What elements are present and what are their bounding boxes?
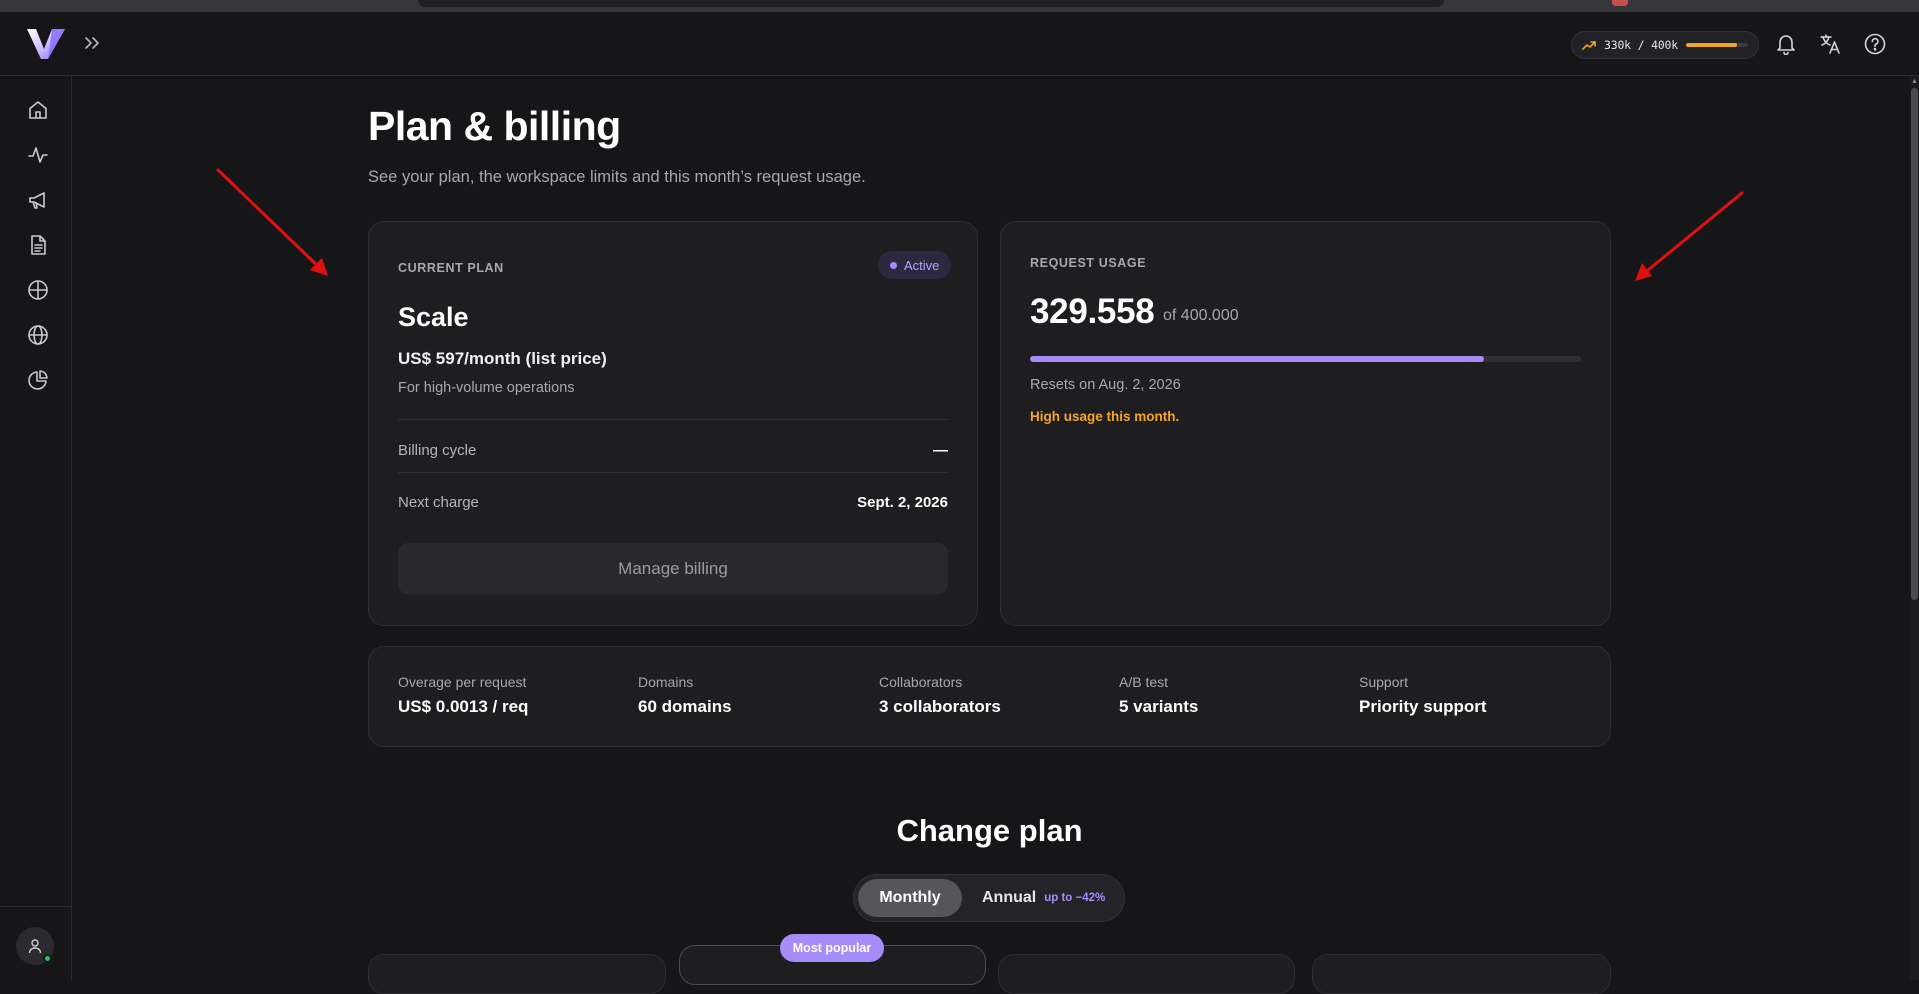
limit-label: A/B test [1119,674,1169,690]
limit-value: US$ 0.0013 / req [398,697,529,716]
usage-progress-fill [1030,356,1484,362]
limit-label: Overage per request [398,674,527,690]
sidebar-item-activity[interactable] [22,139,54,171]
plan-limits-card: Overage per request US$ 0.0013 / req Dom… [368,646,1611,747]
limit-value: 60 domains [638,697,732,716]
divider [398,419,948,420]
plan-option-card[interactable] [998,954,1295,994]
scrollbar-thumb[interactable] [1911,88,1918,600]
billing-period-toggle: Monthly Annual up to −42% [853,874,1125,922]
usage-count: 329.558 [1030,292,1155,331]
next-charge-value: Sept. 2, 2026 [857,494,948,511]
avatar[interactable] [16,927,54,965]
scroll-up-arrow-icon[interactable]: ▲ [1911,78,1918,85]
main-content: Plan & billing See your plan, the worksp… [72,76,1910,994]
usage-reset-date: Resets on Aug. 2, 2026 [1030,377,1181,393]
megaphone-icon [29,192,45,209]
limit-collaborators: Collaborators 3 collaborators [879,674,1001,717]
limit-label: Collaborators [879,674,963,690]
limit-overage: Overage per request US$ 0.0013 / req [398,674,528,717]
trending-up-icon [1582,39,1596,51]
activity-icon [28,147,48,163]
usage-indicator-pill[interactable]: 330k / 400k [1571,31,1759,59]
billing-cycle-value: — [933,442,948,459]
sidebar-item-campaigns[interactable] [22,184,54,216]
plan-description: For high-volume operations [398,380,575,396]
next-charge-label: Next charge [398,494,479,511]
top-bar: 330k / 400k [0,12,1919,76]
limit-value: Priority support [1359,697,1487,716]
language-button[interactable] [1816,30,1844,58]
usage-progress-track [1030,356,1581,362]
limit-ab-test: A/B test 5 variants [1119,674,1198,717]
limit-value: 5 variants [1119,697,1199,716]
limit-value: 3 collaborators [879,697,1001,716]
browser-tab-indicator [1612,0,1628,6]
page-scrollbar[interactable]: ▲ [1910,76,1919,980]
divider [398,472,948,473]
limit-domains: Domains 60 domains [638,674,732,717]
page-subtitle: See your plan, the workspace limits and … [368,168,866,186]
app-logo[interactable] [26,27,66,61]
browser-url-bar[interactable] [418,0,1444,7]
usage-limit: of 400.000 [1163,307,1239,324]
sidebar-footer [0,906,71,980]
toggle-annual-label: Annual [982,889,1037,906]
pie-chart-icon [28,370,48,390]
sidebar-item-domains[interactable] [22,319,54,351]
toggle-annual[interactable]: Annual up to −42% [982,879,1105,917]
plan-price: US$ 597/month (list price) [398,349,607,368]
sidebar-item-home[interactable] [22,94,54,126]
online-status-dot [43,954,52,963]
most-popular-badge: Most popular [780,934,884,962]
change-plan-title: Change plan [896,813,1083,848]
request-usage-card: REQUEST USAGE 329.558 of 400.000 Resets … [1000,221,1611,626]
help-button[interactable] [1861,30,1889,58]
sidebar [0,76,72,980]
limit-label: Support [1359,674,1409,690]
limit-label: Domains [638,674,694,690]
sidebar-item-targeting[interactable] [22,274,54,306]
crosshair-icon [28,280,48,300]
status-badge-label: Active [904,257,940,273]
help-icon [1864,33,1886,55]
plan-name: Scale [398,302,469,332]
translate-icon [1820,34,1840,54]
sidebar-item-analytics[interactable] [22,364,54,396]
usage-warning: High usage this month. [1030,409,1180,424]
request-usage-eyebrow: REQUEST USAGE [1030,256,1147,270]
annual-discount-badge: up to −42% [1044,892,1106,904]
plan-option-card[interactable] [1312,954,1611,994]
status-dot [890,261,897,269]
current-plan-eyebrow: CURRENT PLAN [398,261,504,275]
home-icon [29,101,47,119]
current-plan-card: CURRENT PLAN Active Scale US$ 597/month … [368,221,978,626]
plan-option-card[interactable] [368,954,666,994]
usage-pill-track [1685,43,1748,47]
usage-pill-text: 330k / 400k [1604,38,1678,52]
status-badge: Active [878,251,952,279]
manage-billing-button[interactable]: Manage billing [398,543,948,594]
usage-pill-fill [1685,43,1738,47]
billing-cycle-label: Billing cycle [398,442,477,459]
globe-icon [28,325,48,345]
bell-icon [1777,35,1795,55]
toggle-monthly[interactable]: Monthly [858,879,962,917]
expand-sidebar-button[interactable] [80,30,104,56]
notifications-button[interactable] [1772,30,1800,58]
limit-support: Support Priority support [1359,674,1487,717]
user-icon [28,939,42,954]
document-icon [31,235,46,255]
sidebar-item-documents[interactable] [22,229,54,261]
page-title: Plan & billing [368,103,621,149]
double-chevron-right-icon [85,37,99,49]
browser-chrome-strip [0,0,1919,12]
